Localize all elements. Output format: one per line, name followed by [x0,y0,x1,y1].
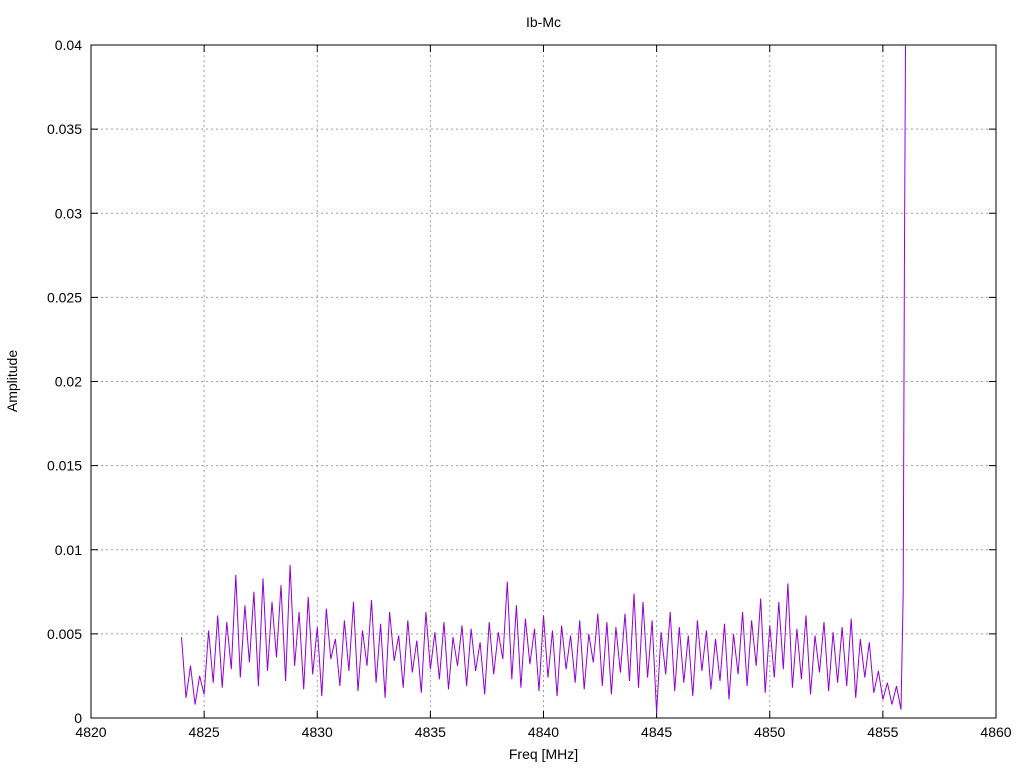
x-tick-label: 4860 [980,724,1011,740]
chart: Ib-Mc Amplitude Freq [MHz] 4820 4825 4830 4… [4,14,1012,762]
y-tick-label: 0.04 [55,37,82,53]
x-tick-label: 4825 [189,724,220,740]
y-axis-label: Amplitude [4,350,20,412]
y-tick-label: 0 [74,710,82,726]
y-tick-label: 0.01 [55,542,82,558]
x-tick-label: 4855 [867,724,898,740]
x-axis-label: Freq [MHz] [509,746,578,762]
x-tick-label: 4850 [754,724,785,740]
x-tick-label: 4845 [641,724,672,740]
y-tick-label: 0.02 [55,374,82,390]
y-tick-label: 0.025 [47,289,82,305]
y-tick-label: 0.005 [47,626,82,642]
chart-title: Ib-Mc [526,14,561,30]
x-tick-label: 4835 [415,724,446,740]
y-tick-label: 0.035 [47,121,82,137]
y-tick-label: 0.015 [47,458,82,474]
x-tick-label: 4820 [75,724,106,740]
axis-ticks: 4820 4825 4830 4835 4840 4845 4850 4855 4860 0 0.0… [47,37,1012,740]
x-tick-label: 4840 [528,724,559,740]
y-tick-label: 0.03 [55,205,82,221]
x-tick-label: 4830 [302,724,333,740]
